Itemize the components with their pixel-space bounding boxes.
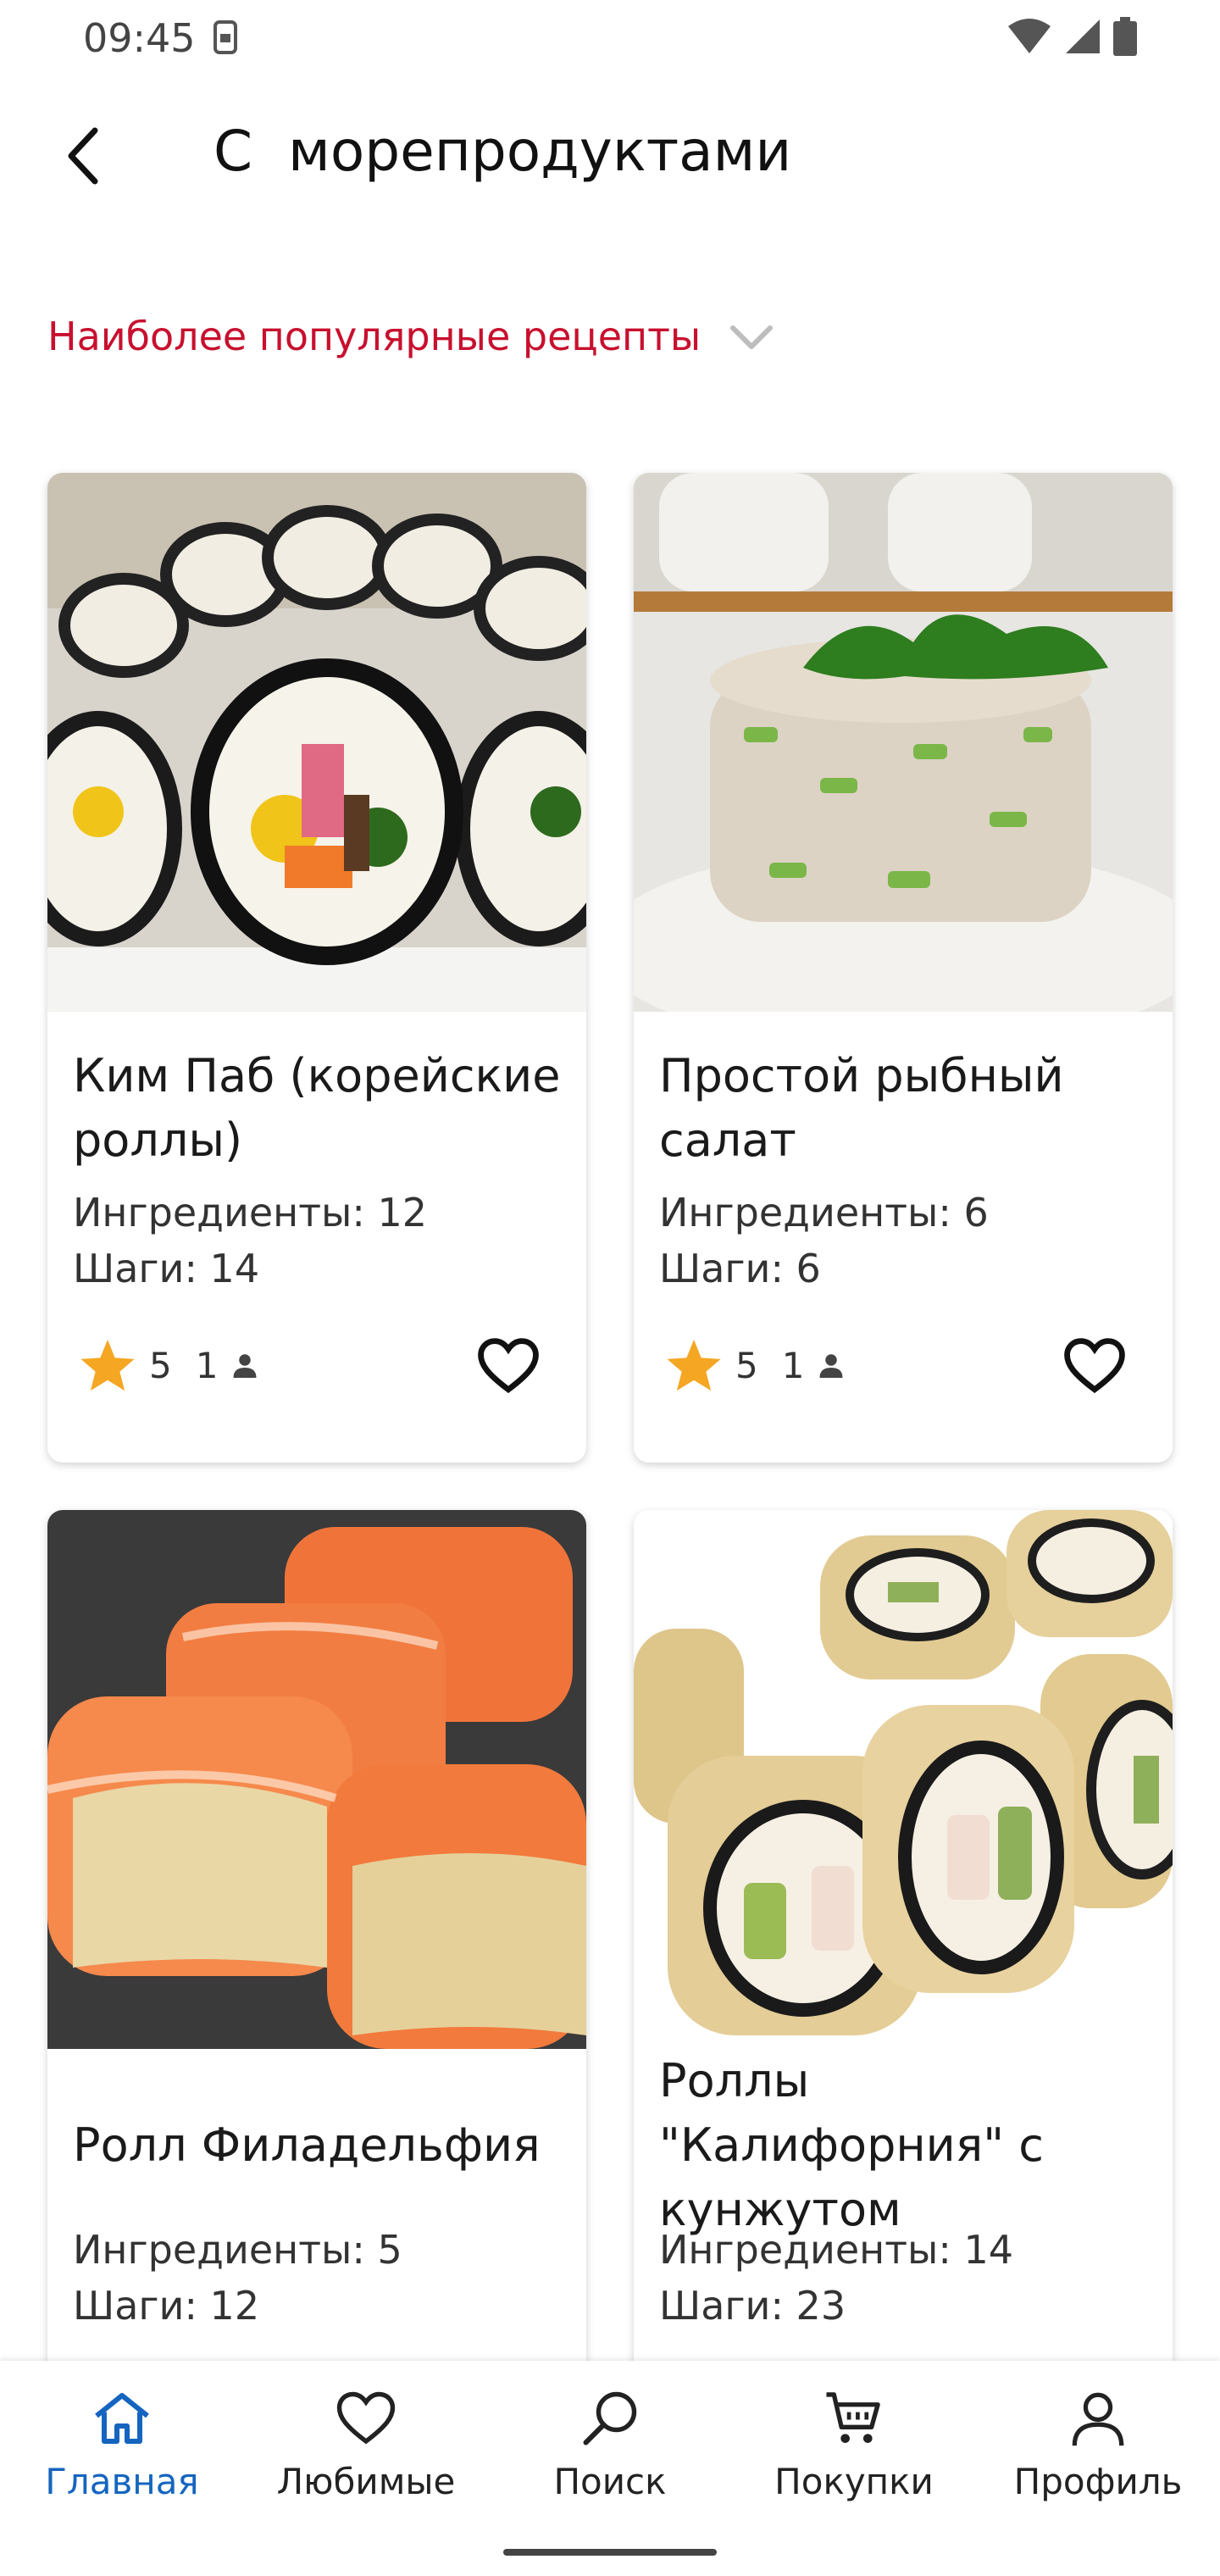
recipe-steps: Шаги: 14	[73, 1246, 260, 1291]
recipe-title: Ким Паб (корейские роллы)	[73, 1049, 561, 1167]
person-icon	[819, 1354, 843, 1378]
star-icon	[80, 1339, 135, 1391]
app-bar: С морепродуктами	[0, 93, 1220, 212]
home-indicator[interactable]	[503, 2549, 717, 2556]
nav-label: Главная	[45, 2461, 199, 2502]
recipe-ingredients: Ингредиенты: 5	[73, 2227, 402, 2273]
signal-icon	[1066, 19, 1100, 53]
back-arrow-icon	[68, 127, 98, 185]
recipe-image-california	[634, 1510, 1173, 2049]
status-bar: 09:45	[0, 0, 1220, 76]
favorite-button[interactable]	[1059, 1334, 1130, 1398]
review-count: 1	[781, 1344, 805, 1386]
recipe-steps: Шаги: 23	[659, 2283, 846, 2329]
nav-item-favorites[interactable]: Любимые	[244, 2384, 488, 2520]
nav-label: Поиск	[553, 2461, 667, 2502]
sort-label: Наиболее популярные рецепты	[47, 314, 702, 359]
home-icon	[95, 2393, 149, 2444]
sim-card-icon	[214, 20, 237, 54]
status-icons	[1006, 17, 1137, 56]
recipe-title: Простой рыбный салат	[659, 1049, 1064, 1167]
recipe-card[interactable]: Простой рыбный салат Ингредиенты: 6 Шаги…	[634, 473, 1173, 1463]
recipe-image-philadelphia	[47, 1510, 586, 2049]
recipe-rating: 5 1	[664, 1337, 846, 1393]
nav-label: Любимые	[276, 2461, 456, 2502]
chevron-down-icon	[730, 325, 774, 349]
recipe-card[interactable]: Ролл Филадельфия Ингредиенты: 5 Шаги: 12	[47, 1510, 586, 2442]
rating-value: 5	[149, 1344, 172, 1386]
heart-outline-icon	[1064, 1338, 1125, 1394]
recipe-image-kimbap	[47, 473, 586, 1012]
star-icon	[667, 1339, 721, 1391]
status-time: 09:45	[83, 15, 196, 61]
heart-icon	[336, 2391, 396, 2445]
wifi-icon	[1008, 19, 1051, 53]
nav-label: Профиль	[1013, 2461, 1183, 2502]
nav-item-profile[interactable]: Профиль	[976, 2384, 1220, 2520]
person-icon	[233, 1354, 257, 1378]
heart-outline-icon	[478, 1338, 539, 1394]
nav-item-home[interactable]: Главная	[0, 2384, 244, 2520]
nav-label: Покупки	[774, 2461, 934, 2502]
recipe-ingredients: Ингредиенты: 12	[73, 1190, 427, 1235]
recipe-title: Ролл Филадельфия	[73, 2118, 541, 2172]
page-title: С морепродуктами	[214, 119, 792, 184]
recipe-image-fish-salad	[634, 473, 1173, 1012]
nav-item-search[interactable]: Поиск	[488, 2384, 732, 2520]
recipe-card[interactable]: Роллы "Калифорния" с кунжутом Ингредиент…	[634, 1510, 1173, 2442]
sort-dropdown[interactable]: Наиболее популярные рецепты	[47, 314, 774, 359]
recipe-steps: Шаги: 6	[659, 1246, 821, 1291]
recipe-card[interactable]: Ким Паб (корейские роллы) Ингредиенты: 1…	[47, 473, 586, 1463]
cart-icon	[826, 2392, 880, 2443]
profile-icon	[1072, 2392, 1124, 2446]
back-button[interactable]	[49, 122, 117, 190]
nav-item-shopping[interactable]: Покупки	[732, 2384, 976, 2520]
favorite-button[interactable]	[473, 1334, 544, 1398]
recipe-ingredients: Ингредиенты: 6	[659, 1190, 989, 1235]
search-icon	[583, 2391, 637, 2446]
battery-icon	[1113, 17, 1137, 56]
recipe-steps: Шаги: 12	[73, 2283, 260, 2329]
review-count: 1	[195, 1344, 219, 1386]
rating-value: 5	[735, 1344, 758, 1386]
recipe-rating: 5 1	[78, 1337, 260, 1393]
bottom-navigation: Главная Любимые Поиск Покупки Профиль	[0, 2361, 1220, 2576]
recipe-title: Роллы "Калифорния" с кунжутом	[659, 2054, 1044, 2236]
